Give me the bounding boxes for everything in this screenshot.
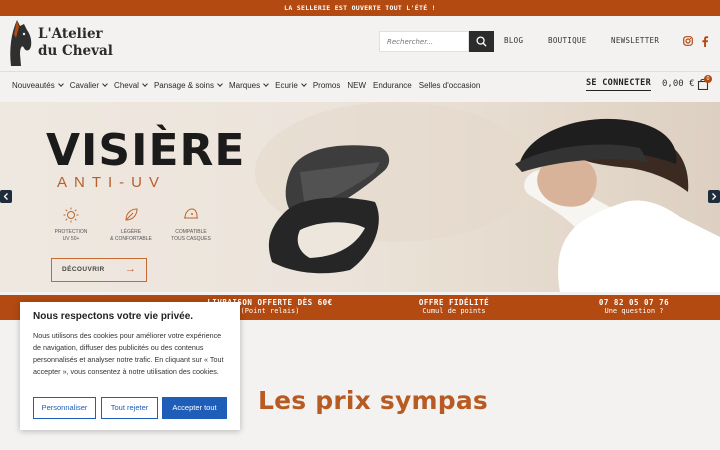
- search-button[interactable]: [469, 31, 494, 52]
- chevron-right-icon: [712, 193, 717, 200]
- hero-title: VISIÈRE: [46, 125, 246, 176]
- brand-name[interactable]: L'Atelier du Cheval: [38, 26, 113, 60]
- menu-item-ecurie[interactable]: Ecurie: [275, 80, 307, 90]
- search-icon: [476, 36, 487, 47]
- sun-icon: [63, 207, 79, 223]
- menu-label: NEW: [347, 80, 367, 90]
- horse-head-logo-icon[interactable]: [8, 18, 34, 68]
- discover-label: DÉCOUVRIR: [62, 266, 105, 273]
- discover-button[interactable]: DÉCOUVRIR →: [51, 258, 147, 282]
- menu-item-selles-occasion[interactable]: Selles d'occasion: [419, 81, 481, 90]
- menu-label: Marques: [229, 80, 261, 90]
- customize-button[interactable]: Personnaliser: [33, 397, 96, 419]
- menu-item-cheval[interactable]: Cheval: [114, 80, 148, 90]
- brand-line-1: L'Atelier: [38, 26, 103, 42]
- nav-blog[interactable]: BLOG: [504, 36, 523, 45]
- hero-banner: VISIÈRE ANTI-UV PROTECTION UV 50+ LÉGÈRE…: [0, 102, 720, 292]
- search-box: [379, 31, 494, 52]
- announcement-bar: LA SELLERIE EST OUVERTE TOUT L'ÉTÉ !: [0, 0, 720, 16]
- cart-total[interactable]: 0,00 €: [662, 79, 695, 89]
- menu-label: Cheval: [114, 80, 139, 90]
- chevron-down-icon: [217, 80, 223, 87]
- cart-count-badge: 0: [704, 75, 712, 83]
- menu-item-marques[interactable]: Marques: [229, 80, 269, 90]
- cookie-consent-dialog: Nous respectons votre vie privée. Nous u…: [20, 302, 240, 430]
- facebook-icon[interactable]: [699, 35, 711, 47]
- feature-line-1: COMPATIBLE: [175, 229, 207, 235]
- menu-label: Endurance: [373, 80, 412, 90]
- menu-item-nouveautes[interactable]: Nouveautés: [12, 80, 64, 90]
- benefit-loyalty: OFFRE FIDÉLITÉ Cumul de points: [380, 298, 528, 316]
- feature-line-1: PROTECTION: [54, 229, 88, 235]
- benefit-title: 07 82 05 07 76: [598, 298, 670, 307]
- accept-all-button[interactable]: Accepter tout: [162, 397, 227, 419]
- benefit-sub: Cumul de points: [422, 307, 486, 315]
- reject-all-button[interactable]: Tout rejeter: [101, 397, 158, 419]
- feature-line-1: LÉGÈRE: [120, 229, 142, 235]
- menu-item-promos[interactable]: Promos: [313, 81, 341, 90]
- section-title: Les prix sympas: [258, 386, 488, 415]
- menu-label: Pansage & soins: [153, 80, 214, 90]
- feature-lightweight: LÉGÈRE & CONFORTABLE: [103, 207, 159, 243]
- nav-boutique[interactable]: BOUTIQUE: [548, 36, 587, 45]
- brand-line-2: du Cheval: [38, 43, 113, 59]
- main-menu: Nouveautés Cavalier Cheval Pansage & soi…: [12, 72, 487, 98]
- feature-helmet-compatible: COMPATIBLE TOUS CASQUES: [163, 207, 219, 243]
- chevron-down-icon: [102, 80, 108, 87]
- nav-newsletter[interactable]: NEWSLETTER: [611, 36, 659, 45]
- chevron-left-icon: [3, 193, 8, 200]
- benefit-phone[interactable]: 07 82 05 07 76 Une question ?: [560, 298, 708, 316]
- arrow-right-icon: →: [125, 263, 137, 275]
- menu-label: Promos: [312, 80, 341, 90]
- announcement-text: LA SELLERIE EST OUVERTE TOUT L'ÉTÉ !: [284, 4, 436, 12]
- menu-label: Selles d'occasion: [418, 80, 481, 90]
- benefit-sub: Une question ?: [604, 307, 664, 315]
- feature-line-2: UV 50+: [62, 236, 80, 242]
- cookie-text: Nous utilisons des cookies pour améliore…: [33, 331, 224, 376]
- menu-label: Nouveautés: [12, 80, 55, 90]
- menu-label: Cavalier: [69, 80, 100, 90]
- feature-line-2: TOUS CASQUES: [171, 236, 211, 242]
- chevron-down-icon: [57, 80, 64, 87]
- leaf-icon: [125, 208, 138, 221]
- menu-label: Ecurie: [275, 80, 298, 90]
- slider-next-button[interactable]: [708, 190, 720, 203]
- feature-uv-protection: PROTECTION UV 50+: [43, 207, 99, 243]
- menu-item-pansage-soins[interactable]: Pansage & soins: [153, 80, 223, 90]
- login-link[interactable]: SE CONNECTER: [586, 78, 652, 91]
- feature-line-2: & CONFORTABLE: [110, 236, 152, 242]
- benefit-title: OFFRE FIDÉLITÉ: [418, 298, 490, 307]
- cookie-title: Nous respectons votre vie privée.: [33, 311, 194, 322]
- site-header: L'Atelier du Cheval BLOG BOUTIQUE NEWSLE…: [0, 16, 720, 71]
- chevron-down-icon: [142, 80, 148, 87]
- instagram-icon[interactable]: [682, 35, 694, 47]
- slider-prev-button[interactable]: [0, 190, 12, 203]
- search-input[interactable]: [379, 31, 469, 52]
- menu-item-cavalier[interactable]: Cavalier: [69, 80, 108, 90]
- menu-item-endurance[interactable]: Endurance: [373, 81, 412, 90]
- hero-subtitle: ANTI-UV: [57, 174, 166, 191]
- helmet-icon: [184, 208, 198, 219]
- chevron-down-icon: [300, 80, 307, 87]
- menu-item-new[interactable]: NEW: [347, 81, 366, 90]
- chevron-down-icon: [263, 80, 269, 87]
